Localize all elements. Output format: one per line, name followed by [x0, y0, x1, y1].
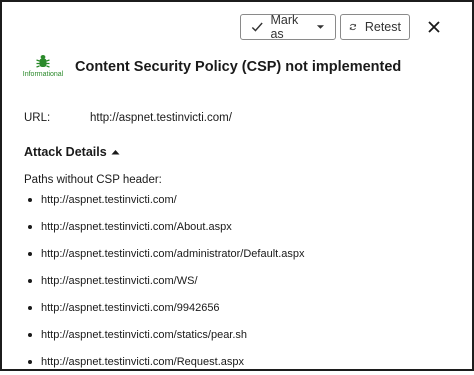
caret-up-icon	[111, 150, 120, 155]
bug-icon	[36, 55, 50, 68]
vulnerability-header: Informational Content Security Policy (C…	[22, 54, 401, 78]
path-text: http://aspnet.testinvicti.com/	[41, 193, 177, 206]
bullet	[28, 251, 32, 256]
severity-badge: Informational	[22, 54, 64, 78]
path-text: http://aspnet.testinvicti.com/statics/pe…	[41, 328, 248, 341]
path-text: http://aspnet.testinvicti.com/About.aspx	[41, 220, 232, 233]
list-item: http://aspnet.testinvicti.com/9942656	[24, 294, 305, 321]
list-item: http://aspnet.testinvicti.com/	[24, 186, 305, 213]
action-toolbar: Mark as Retest	[240, 13, 410, 41]
caret-down-icon	[316, 25, 325, 29]
mark-as-button[interactable]: Mark as	[240, 13, 336, 41]
vulnerability-title: Content Security Policy (CSP) not implem…	[75, 59, 402, 75]
bullet	[28, 359, 32, 364]
list-item: http://aspnet.testinvicti.com/statics/pe…	[24, 321, 305, 348]
retest-button[interactable]: Retest	[340, 14, 410, 40]
path-text: http://aspnet.testinvicti.com/WS/	[41, 274, 198, 287]
list-item: http://aspnet.testinvicti.com/administra…	[24, 240, 305, 267]
path-text: http://aspnet.testinvicti.com/administra…	[41, 247, 305, 260]
vulnerability-detail-panel: Mark as Retest Informational Content Sec…	[0, 0, 474, 371]
mark-as-label: Mark as	[270, 13, 299, 41]
close-icon	[428, 21, 440, 33]
attack-details-toggle[interactable]: Attack Details	[24, 145, 120, 159]
close-button[interactable]	[424, 17, 444, 37]
paths-list: http://aspnet.testinvicti.com/ http://as…	[24, 186, 305, 375]
bullet	[28, 305, 32, 310]
bullet	[28, 197, 32, 202]
refresh-icon	[349, 23, 357, 31]
url-label: URL:	[24, 112, 51, 124]
path-text: http://aspnet.testinvicti.com/9942656	[41, 301, 220, 314]
path-text: http://aspnet.testinvicti.com/Request.as…	[41, 355, 244, 368]
url-row: URL: http://aspnet.testinvicti.com/	[24, 112, 232, 124]
url-value: http://aspnet.testinvicti.com/	[90, 112, 232, 124]
attack-details-heading: Attack Details	[24, 145, 107, 159]
list-item: http://aspnet.testinvicti.com/WS/	[24, 267, 305, 294]
bullet	[28, 332, 32, 337]
bullet	[28, 224, 32, 229]
severity-label: Informational	[22, 71, 64, 78]
paths-title: Paths without CSP header:	[24, 174, 162, 186]
bullet	[28, 278, 32, 283]
list-item: http://aspnet.testinvicti.com/About.aspx	[24, 213, 305, 240]
retest-label: Retest	[364, 20, 401, 34]
checkmark-icon	[251, 22, 263, 32]
